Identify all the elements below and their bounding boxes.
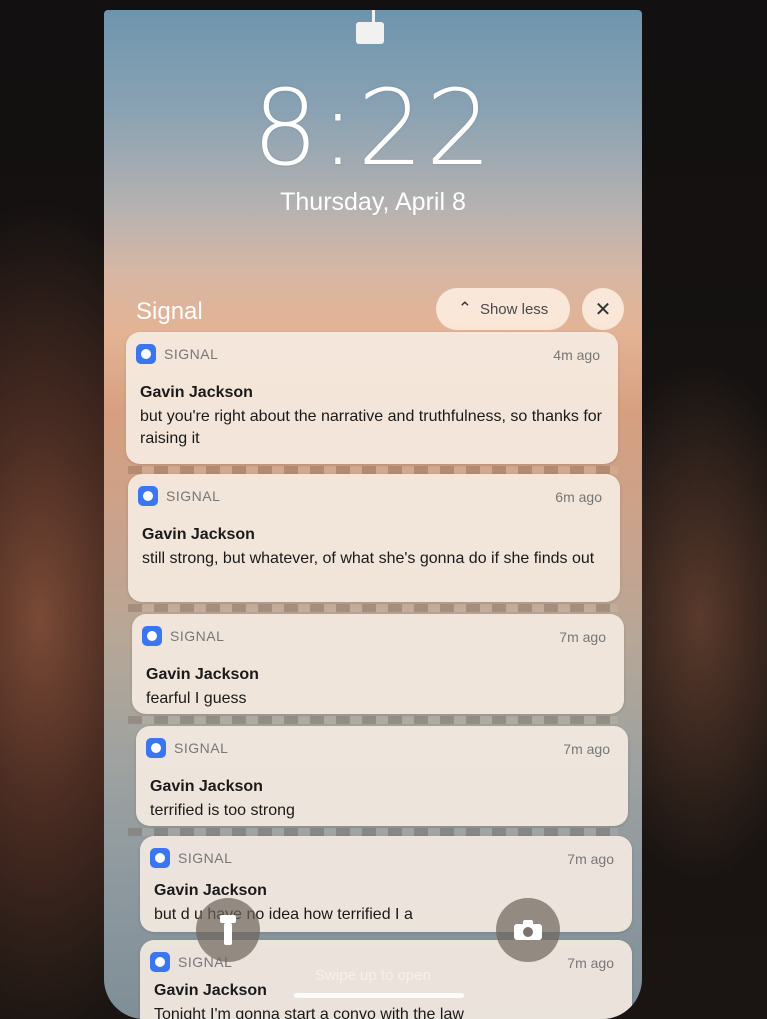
close-icon: ✕ (594, 298, 612, 321)
notification-app-name: SIGNAL (166, 488, 221, 504)
lock-screen-date: Thursday, April 8 (280, 188, 466, 216)
notification-sender: Gavin Jackson (140, 384, 253, 401)
chevron-up-icon: ⌃ (457, 299, 472, 318)
lock-screen-time: 8:22 (252, 67, 494, 189)
signal-app-icon (142, 626, 162, 646)
notification-time: 7m ago (567, 851, 614, 867)
notification-time: 7m ago (563, 741, 610, 757)
wallpaper-strip (128, 466, 618, 474)
notification-group-title: Signal (136, 298, 203, 325)
notification-card[interactable]: SIGNAL 6m ago Gavin Jackson still strong… (128, 474, 620, 602)
notification-message: Tonight I'm gonna start a convo with the… (154, 1006, 464, 1019)
notification-app-name: SIGNAL (178, 850, 233, 866)
wallpaper-strip (128, 716, 618, 724)
notification-card[interactable]: SIGNAL 4m ago Gavin Jackson but you're r… (126, 332, 618, 464)
camera-icon (514, 920, 542, 940)
notification-card[interactable]: SIGNAL 7m ago Gavin Jackson fearful I gu… (132, 614, 624, 714)
notification-message: fearful I guess (146, 690, 247, 707)
notification-message: but you're right about the narrative and… (140, 408, 602, 447)
notification-app-name: SIGNAL (170, 628, 225, 644)
camera-button[interactable] (496, 898, 560, 962)
signal-app-icon (146, 738, 166, 758)
notification-time: 6m ago (555, 489, 602, 505)
notification-sender: Gavin Jackson (150, 778, 263, 795)
flashlight-button[interactable] (196, 898, 260, 962)
notification-group-header: Signal ⌃ Show less ✕ (136, 286, 626, 332)
notification-time: 7m ago (559, 629, 606, 645)
notification-message: still strong, but whatever, of what she'… (142, 550, 595, 567)
wallpaper-strip (128, 828, 618, 836)
swipe-up-hint: Swipe up to open (315, 967, 431, 984)
signal-app-icon (136, 344, 156, 364)
notification-time: 4m ago (553, 347, 600, 363)
notification-sender: Gavin Jackson (154, 882, 267, 899)
signal-app-icon (150, 848, 170, 868)
notification-sender: Gavin Jackson (146, 666, 259, 683)
notification-sender: Gavin Jackson (154, 982, 267, 999)
home-indicator[interactable] (294, 993, 464, 998)
close-group-button[interactable]: ✕ (582, 288, 624, 330)
notification-card[interactable]: SIGNAL 7m ago Gavin Jackson terrified is… (136, 726, 628, 826)
flashlight-icon (220, 915, 236, 945)
notification-app-name: SIGNAL (164, 346, 219, 362)
phone-lock-screen: 8:22 Thursday, April 8 Signal ⌃ Show les… (104, 10, 642, 1019)
show-less-label: Show less (479, 300, 549, 318)
notification-sender: Gavin Jackson (142, 526, 255, 543)
show-less-button[interactable]: ⌃ Show less (436, 288, 570, 330)
signal-app-icon (138, 486, 158, 506)
notification-message: terrified is too strong (150, 802, 295, 819)
wallpaper-strip (128, 604, 618, 612)
lock-icon (356, 10, 386, 46)
notification-app-name: SIGNAL (174, 740, 229, 756)
